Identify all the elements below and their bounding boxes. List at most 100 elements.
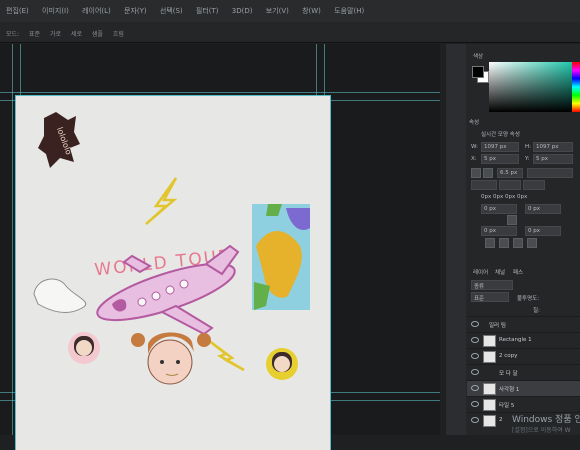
fill-label: 칠: [533,308,540,314]
width-field[interactable]: 1097 px [481,142,519,152]
stroke-width-field[interactable]: 6.5 px [497,168,523,178]
layer-filter-dropdown[interactable]: 종류 [471,280,513,290]
layer-thumbnail [483,335,496,347]
layer-row[interactable]: 모 다 달 [467,364,580,380]
x-field[interactable]: 5 px [481,154,519,164]
corner-radius-top-right[interactable]: 0 px [525,204,561,214]
stroke-swatch-icon[interactable] [483,168,493,178]
eye-icon[interactable] [471,353,479,359]
layer-name: 일러 팀 [489,323,506,329]
option-mode-label: 모드: [6,31,20,38]
layer-name: 2 copy [499,353,518,359]
guide-line[interactable] [0,92,440,93]
tab-paths[interactable]: 패스 [513,268,523,276]
height-label: H: [525,144,531,150]
properties-panel: 속성 실시간 모양 속성 W: 1097 px H: 1097 px X: 5 … [467,116,580,260]
foreground-color-swatch[interactable] [472,66,484,78]
cap-dropdown[interactable] [499,180,521,190]
options-items: 모드: 표준 가로 세로 샘플 흐림 [6,29,132,38]
lightning-icon [145,177,178,225]
eye-icon[interactable] [471,369,479,375]
layer-row[interactable]: 타일 5 [467,396,580,412]
menu-image[interactable]: 이미지(I) [42,7,69,15]
layer-row-selected[interactable]: 사각형 1 [467,380,580,396]
eye-icon[interactable] [471,337,479,343]
join-dropdown[interactable] [523,180,545,190]
menu-view[interactable]: 보기(V) [266,7,289,15]
layer-thumbnail [483,415,496,427]
menu-help[interactable]: 도움말(H) [334,7,364,15]
ghost-graphic [33,278,87,313]
menu-type[interactable]: 문자(Y) [124,7,147,15]
y-field[interactable]: 5 px [533,154,573,164]
menu-window[interactable]: 창(W) [302,7,321,15]
corner-radius-bottom-left[interactable]: 0 px [481,226,517,236]
activation-watermark-sub: [설정]으로 이동하여 W [512,427,571,434]
eye-icon[interactable] [471,321,479,327]
link-icon[interactable] [507,215,517,225]
tab-channels[interactable]: 채널 [495,268,505,276]
layer-thumbnail [483,351,496,363]
layer-row[interactable]: Rectangle 1 [467,332,580,348]
properties-title: 속성 [469,120,480,126]
face-graphic [131,332,211,385]
layers-panel: 레이어 채널 패스 종류 표준 불투명도: 칠: 일러 팀 Rectangle … [467,266,580,435]
eye-icon[interactable] [471,417,479,423]
option-width[interactable]: 가로 [50,31,61,38]
menu-edit[interactable]: 편집(E) [6,7,29,15]
layer-row[interactable]: 일러 팀 [467,316,580,332]
option-mode-value[interactable]: 표준 [29,31,40,38]
hue-slider[interactable] [572,62,580,112]
menu-bar: 편집(E) 이미지(I) 레이어(L) 문자(Y) 선택(S) 필터(T) 3D… [0,0,580,22]
guide-line[interactable] [12,44,13,435]
path-combine-icon[interactable] [485,238,495,248]
options-bar: 모드: 표준 가로 세로 샘플 흐림 [0,22,580,43]
activation-watermark: Windows 정품 인 [512,415,580,425]
menu-select[interactable]: 선택(S) [160,7,183,15]
menu-filter[interactable]: 필터(T) [196,7,219,15]
sticker-graphic: lolololo [38,112,80,168]
layer-name: Rectangle 1 [499,337,532,343]
layer-thumbnail [483,399,496,411]
width-label: W: [471,144,478,150]
layer-thumbnail [483,383,496,395]
opacity-label: 불투명도: [517,296,540,302]
girl-sticker-left [68,332,100,364]
path-subtract-icon[interactable] [499,238,509,248]
option-blur[interactable]: 흐림 [113,31,124,38]
x-label: X: [471,156,477,162]
option-sample[interactable]: 샘플 [92,31,103,38]
layer-row[interactable]: 2 copy [467,348,580,364]
eye-icon[interactable] [471,401,479,407]
color-field[interactable] [489,62,577,112]
option-height[interactable]: 세로 [71,31,82,38]
lightning-icon [207,339,245,372]
menu-items: 편집(E) 이미지(I) 레이어(L) 문자(Y) 선택(S) 필터(T) 3D… [6,6,375,16]
path-intersect-icon[interactable] [513,238,523,248]
align-dropdown[interactable] [471,180,497,190]
color-panel-label: 색상 [473,54,484,60]
layer-name: 사각형 1 [499,387,520,393]
eye-icon[interactable] [471,385,479,391]
artwork: lolololo WORLD TOUR [33,112,310,385]
layer-name: 2 [499,417,503,423]
panel-toolstrip [446,44,466,435]
menu-layer[interactable]: 레이어(L) [82,7,111,15]
color-panel: 색상 [467,50,580,112]
blend-mode-dropdown[interactable]: 표준 [471,292,509,302]
tab-layers[interactable]: 레이어 [473,268,488,276]
layer-name: 타일 5 [499,403,515,409]
corner-radius-bottom-right[interactable]: 0 px [525,226,561,236]
height-field[interactable]: 1097 px [533,142,573,152]
path-exclude-icon[interactable] [527,238,537,248]
layer-name: 모 다 달 [499,371,518,377]
stroke-type-dropdown[interactable] [527,168,573,178]
corner-radius-top-left[interactable]: 0 px [481,204,517,214]
document-canvas[interactable]: lolololo WORLD TOUR [16,96,330,450]
menu-3d[interactable]: 3D(D) [232,7,253,15]
girl-sticker-right [266,348,298,380]
y-label: Y: [525,156,530,162]
fill-swatch-icon[interactable] [471,168,481,178]
corner-radius-label: 0px 0px 0px 0px [481,194,528,200]
map-image [252,204,310,310]
